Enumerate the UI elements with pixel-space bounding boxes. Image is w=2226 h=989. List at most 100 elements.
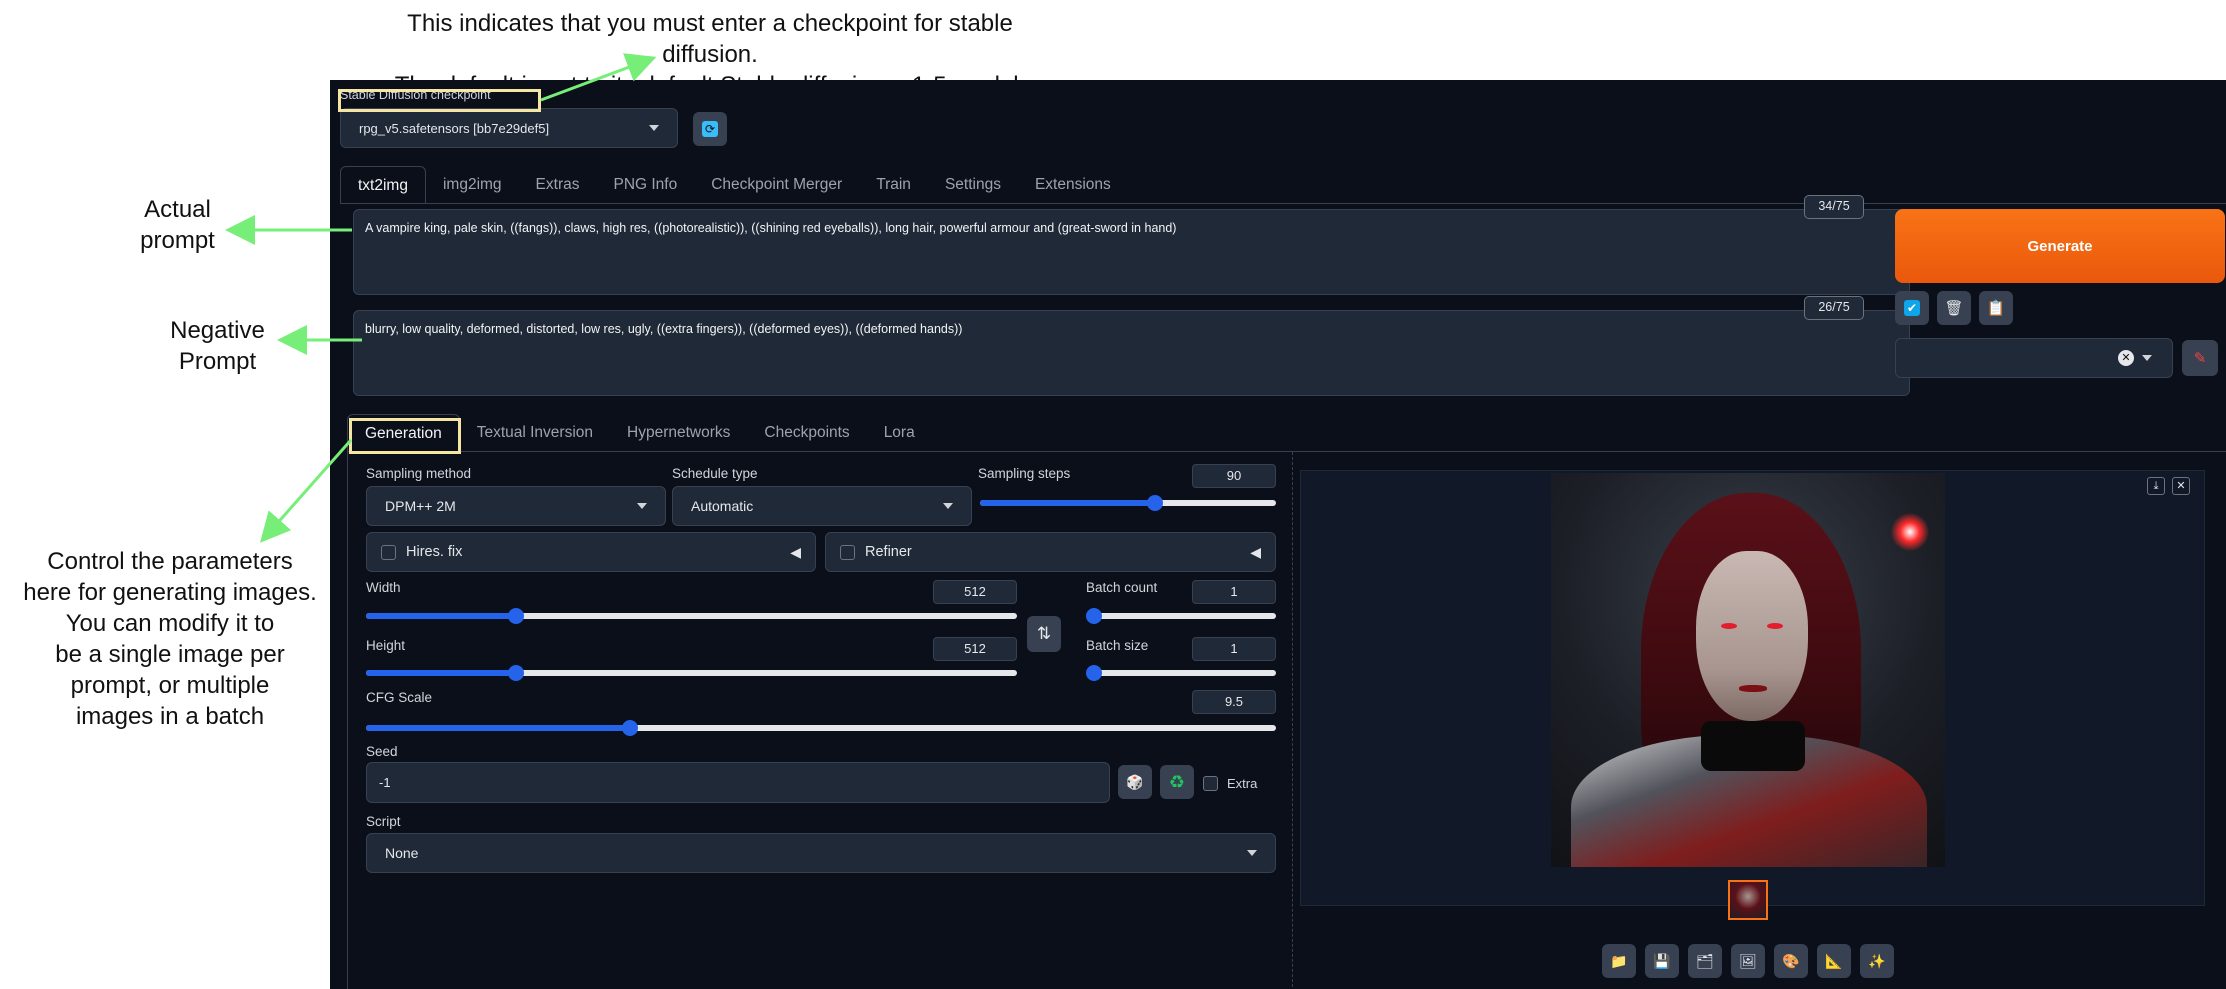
upscale-button[interactable]: ✨ — [1860, 944, 1894, 978]
tab-extensions[interactable]: Extensions — [1018, 166, 1128, 204]
close-icon[interactable]: ✕ — [2172, 477, 2190, 495]
height-slider[interactable] — [366, 665, 1017, 681]
tab-train[interactable]: Train — [859, 166, 928, 204]
zip-button[interactable]: 🗂 — [1688, 944, 1722, 978]
seed-value: -1 — [379, 775, 391, 790]
send-to-inpaint-button[interactable]: 🎨 — [1774, 944, 1808, 978]
tab-checkpoints[interactable]: Checkpoints — [747, 414, 866, 452]
slider-fill — [366, 613, 516, 619]
sampling-method-label: Sampling method — [366, 466, 472, 481]
dice-icon: 🎲 — [1126, 773, 1144, 790]
slider-thumb[interactable] — [507, 608, 524, 624]
recycle-icon: ♻ — [1168, 771, 1186, 792]
style-apply-button[interactable]: ✔ — [1895, 291, 1929, 325]
script-label: Script — [366, 814, 401, 829]
open-folder-button[interactable]: 📁 — [1602, 944, 1636, 978]
sampling-steps-label: Sampling steps — [978, 466, 1071, 481]
batch-size-label: Batch size — [1086, 638, 1149, 653]
refiner-checkbox[interactable] — [840, 544, 855, 560]
width-slider[interactable] — [366, 608, 1017, 624]
seed-input[interactable]: -1 — [366, 762, 1110, 803]
refiner-accordion[interactable]: Refiner ◀ — [825, 532, 1276, 572]
batch-size-slider[interactable] — [1086, 665, 1276, 681]
tab-lora[interactable]: Lora — [867, 414, 932, 452]
script-value: None — [385, 845, 419, 861]
hires-fix-checkbox[interactable] — [381, 544, 396, 560]
tab-txt2img[interactable]: txt2img — [340, 166, 426, 204]
checkpoint-refresh-button[interactable]: ⟳ — [693, 112, 727, 146]
paste-button[interactable]: 📋 — [1979, 291, 2013, 325]
batch-count-input[interactable]: 1 — [1192, 580, 1276, 604]
cfg-scale-input[interactable]: 9.5 — [1192, 690, 1276, 714]
save-button[interactable]: 💾 — [1645, 944, 1679, 978]
tab-png-info[interactable]: PNG Info — [596, 166, 694, 204]
negative-prompt-textarea[interactable]: blurry, low quality, deformed, distorted… — [353, 310, 1910, 396]
seed-label: Seed — [366, 744, 398, 759]
tab-img2img[interactable]: img2img — [426, 166, 519, 204]
sampling-method-value: DPM++ 2M — [385, 498, 456, 514]
swap-dimensions-button[interactable]: ⇅ — [1027, 616, 1061, 652]
script-select[interactable]: None — [366, 833, 1276, 873]
tab-checkpoint-merger[interactable]: Checkpoint Merger — [694, 166, 859, 204]
chevron-down-icon — [637, 503, 647, 509]
prompt-textarea[interactable]: A vampire king, pale skin, ((fangs)), cl… — [353, 209, 1910, 295]
annotation-prompt-note: Actual prompt — [140, 196, 215, 254]
reuse-seed-button[interactable]: ♻ — [1160, 765, 1194, 799]
webui-window: Stable Diffusion checkpoint rpg_v5.safet… — [330, 80, 2226, 989]
hires-fix-accordion[interactable]: Hires. fix ◀ — [366, 532, 816, 572]
tab-extras[interactable]: Extras — [519, 166, 597, 204]
folder-icon: 📁 — [1610, 952, 1628, 969]
collapse-triangle-icon: ◀ — [790, 543, 801, 560]
height-input[interactable]: 512 — [933, 637, 1017, 661]
chevron-down-icon — [649, 125, 659, 131]
left-eye — [1721, 623, 1737, 629]
tab-textual-inversion[interactable]: Textual Inversion — [460, 414, 610, 452]
prompt-text: A vampire king, pale skin, ((fangs)), cl… — [365, 221, 1177, 235]
batch-size-input[interactable]: 1 — [1192, 637, 1276, 661]
styles-dropdown[interactable]: ✕ — [1895, 338, 2173, 378]
sampling-steps-input[interactable]: 90 — [1192, 464, 1276, 488]
slider-thumb[interactable] — [1086, 665, 1102, 681]
width-input[interactable]: 512 — [933, 580, 1017, 604]
slider-thumb[interactable] — [507, 665, 524, 681]
gallery-thumbnail[interactable] — [1728, 880, 1768, 920]
schedule-type-select[interactable]: Automatic — [672, 486, 972, 526]
right-eye — [1767, 623, 1783, 629]
height-label: Height — [366, 638, 406, 653]
send-to-extras-button[interactable]: 📐 — [1817, 944, 1851, 978]
tab-settings[interactable]: Settings — [928, 166, 1018, 204]
red-moon-glow — [1891, 513, 1929, 551]
tab-hypernetworks[interactable]: Hypernetworks — [610, 414, 747, 452]
archive-icon: 🗂 — [1696, 952, 1714, 969]
checkpoint-select[interactable]: rpg_v5.safetensors [bb7e29def5] — [340, 108, 678, 148]
clear-x-icon[interactable]: ✕ — [2118, 350, 2134, 366]
face-shape — [1696, 551, 1808, 721]
send-to-img2img-button[interactable]: 🖼 — [1731, 944, 1765, 978]
slider-thumb[interactable] — [621, 720, 638, 736]
clipboard-icon: 📋 — [1986, 300, 2006, 317]
random-seed-button[interactable]: 🎲 — [1118, 765, 1152, 799]
prompt-token-counter: 34/75 — [1804, 195, 1864, 219]
annotation-negative-note: Negative Prompt — [170, 317, 265, 375]
slider-fill — [980, 500, 1155, 506]
edit-styles-button[interactable]: ✎ — [2182, 340, 2218, 376]
download-icon[interactable]: ⤓ — [2147, 477, 2165, 495]
sampling-steps-slider[interactable] — [980, 495, 1276, 511]
slider-thumb[interactable] — [1086, 608, 1102, 624]
slider-thumb[interactable] — [1146, 495, 1163, 511]
checkpoint-value: rpg_v5.safetensors [bb7e29def5] — [359, 120, 550, 136]
extra-seed-checkbox[interactable] — [1203, 776, 1218, 791]
batch-count-slider[interactable] — [1086, 608, 1276, 624]
clear-prompt-button[interactable]: 🗑 — [1937, 291, 1971, 325]
collar-shape — [1701, 721, 1805, 771]
generate-button[interactable]: Generate — [1895, 209, 2225, 283]
sparkles-icon: ✨ — [1868, 952, 1886, 969]
negative-prompt-text: blurry, low quality, deformed, distorted… — [365, 322, 963, 336]
generated-image[interactable] — [1551, 473, 1945, 867]
slider-fill — [366, 670, 516, 676]
image-icon: 🖼 — [1739, 952, 1757, 969]
cfg-scale-label: CFG Scale — [366, 690, 433, 705]
sampling-method-select[interactable]: DPM++ 2M — [366, 486, 666, 526]
pencil-icon: ✎ — [2193, 350, 2207, 367]
cfg-scale-slider[interactable] — [366, 720, 1276, 736]
